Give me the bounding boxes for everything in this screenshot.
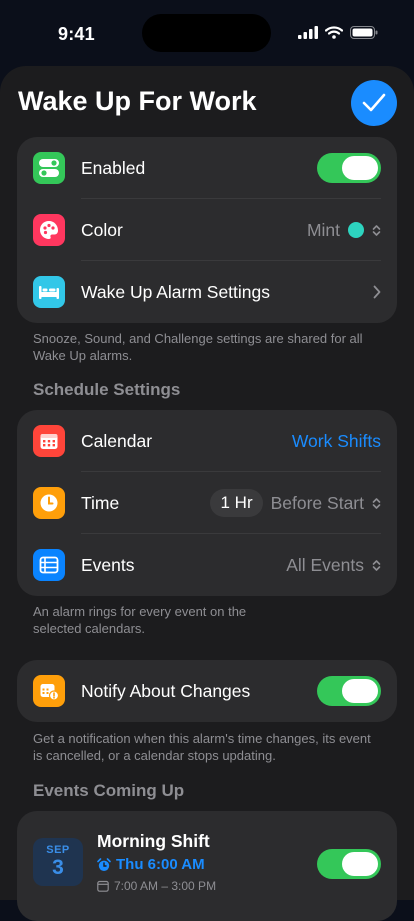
color-row[interactable]: Color Mint	[17, 199, 397, 261]
chevron-right-icon	[373, 285, 381, 299]
time-relation[interactable]: Before Start	[271, 493, 364, 514]
events-value: All Events	[286, 554, 364, 575]
upcoming-event-card[interactable]: SEP 3 Morning Shift Thu 6:00 AM 7:00 AM …	[17, 811, 397, 921]
calendar-icon	[33, 425, 65, 457]
notify-row: Notify About Changes	[17, 660, 397, 722]
calendar-value[interactable]: Work Shifts	[292, 431, 381, 452]
bed-icon	[33, 276, 65, 308]
time-label: Time	[81, 492, 120, 513]
chevron-up-down-icon	[372, 497, 381, 509]
enabled-row: Enabled	[17, 137, 397, 199]
palette-icon	[33, 214, 65, 246]
calendar-row[interactable]: Calendar Work Shifts	[17, 410, 397, 472]
event-title: Morning Shift	[97, 831, 210, 851]
color-label: Color	[81, 219, 123, 240]
shared-settings-footnote: Snooze, Sound, and Challenge settings ar…	[33, 331, 363, 363]
checkmark-icon	[362, 93, 386, 112]
color-value: Mint	[306, 219, 340, 240]
chevron-up-down-icon	[372, 559, 381, 571]
event-date-tile: SEP 3	[33, 838, 83, 886]
notify-toggle[interactable]	[317, 676, 381, 706]
upcoming-section-title: Events Coming Up	[33, 781, 185, 800]
enabled-label: Enabled	[81, 157, 146, 178]
event-list-icon	[33, 549, 65, 581]
enabled-toggle[interactable]	[317, 153, 381, 183]
notify-footnote: Get a notification when this alarm's tim…	[33, 731, 371, 763]
event-day: 3	[52, 856, 64, 879]
status-icons	[298, 26, 378, 39]
calendar-small-icon	[97, 880, 109, 892]
event-alarm-time: Thu 6:00 AM	[97, 856, 205, 873]
notify-card: Notify About Changes	[17, 660, 397, 722]
schedule-card: Calendar Work Shifts Time 1 Hr Before St…	[17, 410, 397, 596]
page-title: Wake Up For Work	[18, 86, 257, 116]
dynamic-island	[142, 14, 271, 52]
schedule-section-title: Schedule Settings	[33, 380, 181, 399]
cellular-signal-icon	[298, 26, 318, 39]
done-button[interactable]	[351, 80, 397, 126]
time-offset-pill[interactable]: 1 Hr	[210, 489, 263, 517]
event-month: SEP	[46, 844, 70, 856]
wifi-icon	[325, 26, 343, 39]
status-time: 9:41	[58, 24, 95, 44]
event-time-range: 7:00 AM – 3:00 PM	[97, 879, 216, 893]
events-label: Events	[81, 554, 135, 575]
battery-icon	[350, 26, 378, 39]
event-alarm-toggle[interactable]	[317, 849, 381, 879]
status-bar: 9:41	[0, 0, 414, 66]
alarm-settings-label: Wake Up Alarm Settings	[81, 281, 271, 302]
chevron-up-down-icon	[372, 224, 381, 236]
alarm-settings-row[interactable]: Wake Up Alarm Settings	[17, 261, 397, 323]
notify-label: Notify About Changes	[81, 680, 251, 701]
calendar-alert-icon	[33, 675, 65, 707]
calendar-label: Calendar	[81, 430, 153, 451]
color-swatch	[348, 222, 364, 238]
events-row[interactable]: Events All Events	[17, 534, 397, 596]
toggle-switch-icon	[33, 152, 65, 184]
time-row[interactable]: Time 1 Hr Before Start	[17, 472, 397, 534]
alarm-clock-icon	[97, 857, 111, 871]
schedule-footnote: An alarm rings for every event on the se…	[33, 604, 247, 636]
clock-icon	[33, 487, 65, 519]
general-settings-card: Enabled Color Mint Wake Up Alarm Setting…	[17, 137, 397, 323]
